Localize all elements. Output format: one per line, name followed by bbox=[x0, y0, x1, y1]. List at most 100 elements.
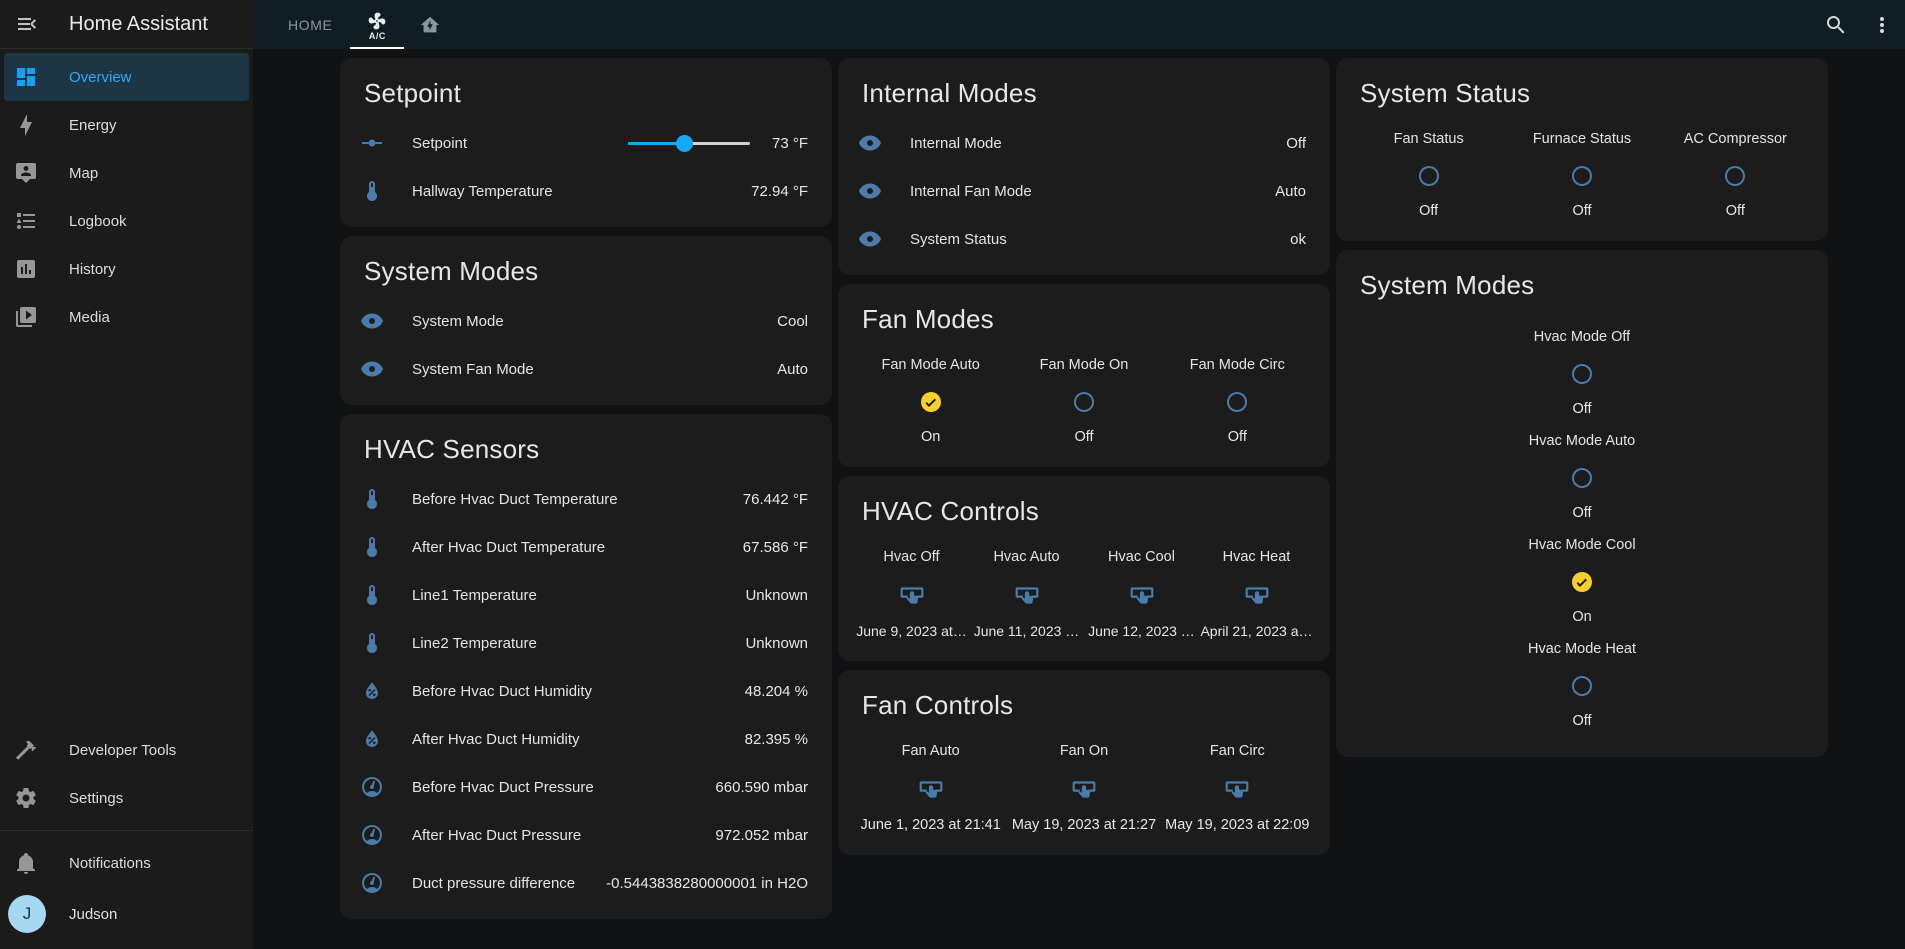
setpoint-slider[interactable] bbox=[628, 135, 750, 152]
circle-outline-icon bbox=[1570, 466, 1594, 490]
entity-name: System Mode bbox=[412, 313, 777, 330]
sidebar-item-history[interactable]: History bbox=[4, 245, 249, 293]
glance-item-fan-on[interactable]: Fan On May 19, 2023 at 21:27 bbox=[1007, 743, 1160, 833]
gear-icon bbox=[14, 786, 38, 810]
card-title: System Status bbox=[1360, 78, 1804, 109]
entity-row-line1-temperature[interactable]: Line1 Temperature Unknown bbox=[340, 571, 832, 619]
entity-row-after-duct-pressure[interactable]: After Hvac Duct Pressure 972.052 mbar bbox=[340, 811, 832, 859]
humidity-icon bbox=[360, 679, 384, 703]
sidebar-item-settings[interactable]: Settings bbox=[4, 774, 249, 822]
circle-outline-icon bbox=[1072, 390, 1096, 414]
sidebar-toggle-button[interactable] bbox=[15, 12, 39, 36]
media-play-icon bbox=[14, 305, 38, 329]
sidebar-item-label: Developer Tools bbox=[69, 742, 176, 759]
entity-row-before-duct-humidity[interactable]: Before Hvac Duct Humidity 48.204 % bbox=[340, 667, 832, 715]
glance-item-hvac-mode-cool[interactable]: Hvac Mode Cool On bbox=[1352, 537, 1812, 625]
card-title: HVAC Controls bbox=[862, 496, 1306, 527]
circle-outline-icon bbox=[1723, 164, 1747, 188]
entity-state: Off bbox=[1286, 135, 1306, 152]
card-title: System Modes bbox=[1360, 270, 1804, 301]
thermometer-icon bbox=[360, 583, 384, 607]
entity-name: Before Hvac Duct Pressure bbox=[412, 779, 715, 796]
glance-item-hvac-off[interactable]: Hvac Off June 9, 2023 at… bbox=[854, 549, 969, 639]
sidebar-item-overview[interactable]: Overview bbox=[4, 53, 249, 101]
glance-item-hvac-mode-off[interactable]: Hvac Mode Off Off bbox=[1352, 329, 1812, 417]
eye-icon bbox=[360, 357, 384, 381]
entity-row-system-status[interactable]: System Status ok bbox=[838, 215, 1330, 263]
overflow-menu-button[interactable] bbox=[1859, 0, 1905, 49]
entity-row-before-duct-temperature[interactable]: Before Hvac Duct Temperature 76.442 °F bbox=[340, 475, 832, 523]
entity-row-line2-temperature[interactable]: Line2 Temperature Unknown bbox=[340, 619, 832, 667]
glance-state: June 11, 2023 … bbox=[974, 623, 1080, 639]
circle-outline-icon bbox=[1225, 390, 1249, 414]
card-setpoint: Setpoint Setpoint 73 °F Hallway Temperat… bbox=[340, 58, 832, 227]
circle-outline-icon bbox=[1570, 674, 1594, 698]
entity-row-system-fan-mode[interactable]: System Fan Mode Auto bbox=[340, 345, 832, 393]
entity-name: Setpoint bbox=[412, 135, 616, 152]
glance-name: Fan Circ bbox=[1210, 743, 1265, 759]
logbook-list-icon bbox=[14, 209, 38, 233]
glance-item-hvac-heat[interactable]: Hvac Heat April 21, 2023 a… bbox=[1199, 549, 1314, 639]
sidebar-item-energy[interactable]: Energy bbox=[4, 101, 249, 149]
tab-home-lightning[interactable] bbox=[404, 0, 456, 49]
sidebar-item-label: Notifications bbox=[69, 855, 151, 872]
entity-row-setpoint[interactable]: Setpoint 73 °F bbox=[340, 119, 832, 167]
tab-ac-label: A/C bbox=[369, 31, 386, 41]
glance-item-hvac-mode-heat[interactable]: Hvac Mode Heat Off bbox=[1352, 641, 1812, 729]
card-fan-modes: Fan Modes Fan Mode Auto On Fan Mode On O… bbox=[838, 284, 1330, 467]
entity-row-internal-fan-mode[interactable]: Internal Fan Mode Auto bbox=[838, 167, 1330, 215]
entity-row-after-duct-temperature[interactable]: After Hvac Duct Temperature 67.586 °F bbox=[340, 523, 832, 571]
sidebar-bottom: Developer Tools Settings Notifications J… bbox=[0, 726, 253, 949]
hammer-icon bbox=[14, 738, 38, 762]
entity-name: System Status bbox=[910, 231, 1290, 248]
entity-name: System Fan Mode bbox=[412, 361, 777, 378]
glance-state: Off bbox=[1228, 429, 1247, 445]
entity-row-internal-mode[interactable]: Internal Mode Off bbox=[838, 119, 1330, 167]
card-hvac-sensors: HVAC Sensors Before Hvac Duct Temperatur… bbox=[340, 414, 832, 919]
glance-name: Hvac Off bbox=[883, 549, 939, 565]
search-icon bbox=[1824, 13, 1848, 37]
entity-row-before-duct-pressure[interactable]: Before Hvac Duct Pressure 660.590 mbar bbox=[340, 763, 832, 811]
thermometer-icon bbox=[360, 631, 384, 655]
entity-row-system-mode[interactable]: System Mode Cool bbox=[340, 297, 832, 345]
glance-item-fan-auto[interactable]: Fan Auto June 1, 2023 at 21:41 bbox=[854, 743, 1007, 833]
sidebar-item-map[interactable]: Map bbox=[4, 149, 249, 197]
card-title: Setpoint bbox=[364, 78, 808, 109]
glance-item-hvac-cool[interactable]: Hvac Cool June 12, 2023 … bbox=[1084, 549, 1199, 639]
tab-home[interactable]: HOME bbox=[270, 0, 350, 49]
tap-button-icon bbox=[1224, 776, 1250, 802]
glance-row: Hvac Off June 9, 2023 at… Hvac Auto June… bbox=[838, 537, 1330, 649]
sidebar-item-notifications[interactable]: Notifications bbox=[4, 839, 249, 887]
glance-item-hvac-mode-auto[interactable]: Hvac Mode Auto Off bbox=[1352, 433, 1812, 521]
sidebar-item-developer-tools[interactable]: Developer Tools bbox=[4, 726, 249, 774]
entity-row-hallway-temperature[interactable]: Hallway Temperature 72.94 °F bbox=[340, 167, 832, 215]
glance-name: Hvac Mode Cool bbox=[1528, 537, 1635, 553]
glance-item-fan-mode-circ[interactable]: Fan Mode Circ Off bbox=[1161, 357, 1314, 445]
glance-item-hvac-auto[interactable]: Hvac Auto June 11, 2023 … bbox=[969, 549, 1084, 639]
sidebar-item-media[interactable]: Media bbox=[4, 293, 249, 341]
entity-state: 67.586 °F bbox=[743, 539, 808, 556]
glance-item-fan-mode-auto[interactable]: Fan Mode Auto On bbox=[854, 357, 1007, 445]
glance-item-fan-circ[interactable]: Fan Circ May 19, 2023 at 22:09 bbox=[1161, 743, 1314, 833]
sidebar-user-profile[interactable]: J Judson bbox=[0, 887, 253, 941]
entity-row-after-duct-humidity[interactable]: After Hvac Duct Humidity 82.395 % bbox=[340, 715, 832, 763]
lightning-bolt-icon bbox=[14, 113, 38, 137]
column-1: Setpoint Setpoint 73 °F Hallway Temperat… bbox=[340, 58, 832, 928]
search-button[interactable] bbox=[1813, 0, 1859, 49]
sidebar-item-logbook[interactable]: Logbook bbox=[4, 197, 249, 245]
entity-name: Hallway Temperature bbox=[412, 183, 751, 200]
glance-item-fan-mode-on[interactable]: Fan Mode On Off bbox=[1007, 357, 1160, 445]
card-fan-controls: Fan Controls Fan Auto June 1, 2023 at 21… bbox=[838, 670, 1330, 855]
tab-ac[interactable]: A/C bbox=[350, 0, 404, 49]
entity-state: 76.442 °F bbox=[743, 491, 808, 508]
glance-item-fan-status[interactable]: Fan Status Off bbox=[1352, 131, 1505, 219]
card-system-modes: System Modes System Mode Cool System Fan… bbox=[340, 236, 832, 405]
sidebar-item-label: Map bbox=[69, 165, 98, 182]
glance-item-furnace-status[interactable]: Furnace Status Off bbox=[1505, 131, 1658, 219]
slider-thumb[interactable] bbox=[676, 135, 693, 152]
tap-button-icon bbox=[1244, 582, 1270, 608]
view-tabs: HOME A/C bbox=[270, 0, 456, 49]
glance-state: June 1, 2023 at 21:41 bbox=[861, 817, 1001, 833]
entity-row-duct-pressure-difference[interactable]: Duct pressure difference -0.544383828000… bbox=[340, 859, 832, 907]
glance-item-ac-compressor[interactable]: AC Compressor Off bbox=[1659, 131, 1812, 219]
